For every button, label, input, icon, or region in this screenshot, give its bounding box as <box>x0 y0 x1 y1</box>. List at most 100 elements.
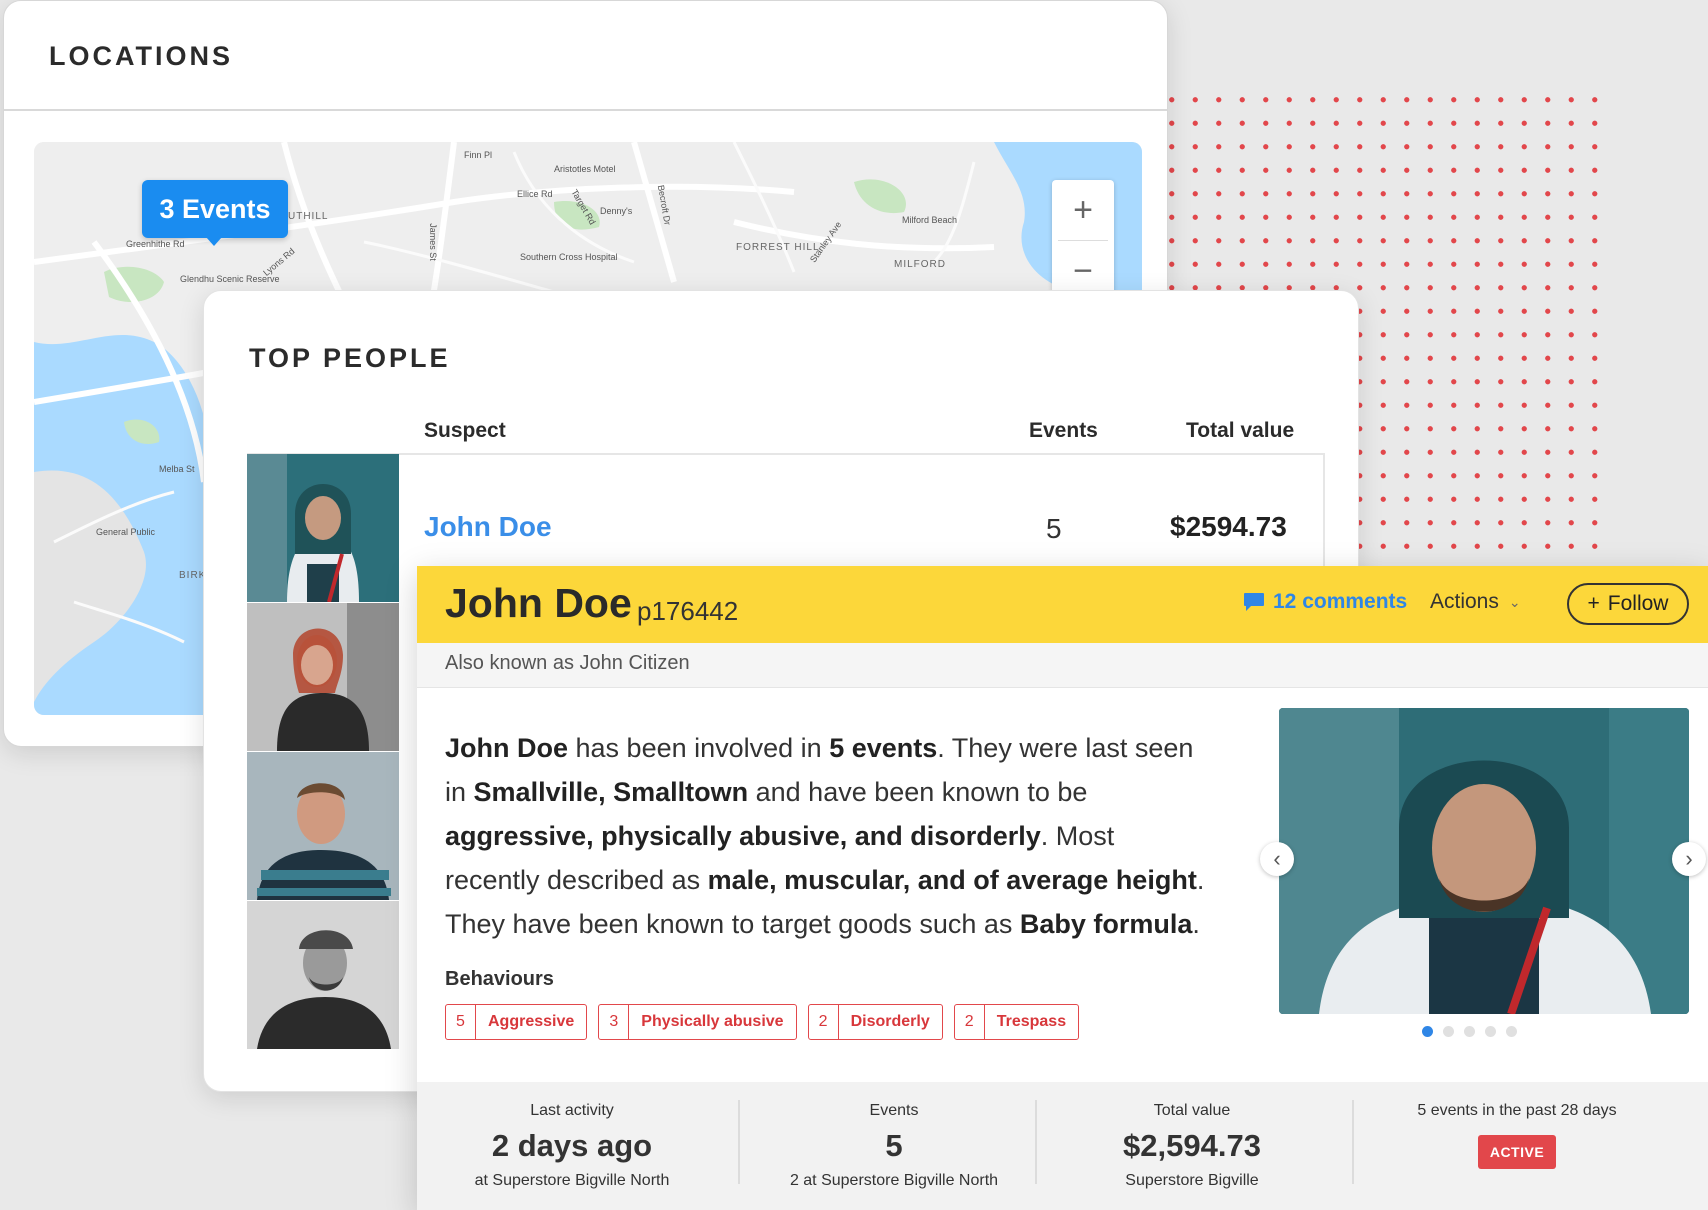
plus-icon: + <box>1587 592 1600 615</box>
suspect-event-count: 5 <box>1046 513 1062 544</box>
follow-button[interactable]: + Follow <box>1567 583 1689 625</box>
column-header-events[interactable]: Events <box>1029 419 1098 443</box>
map-label: Southern Cross Hospital <box>520 252 618 262</box>
profile-name: John Doe <box>445 580 632 626</box>
divider <box>738 1100 740 1184</box>
summary-place: Smallville, Smalltown <box>473 777 749 807</box>
comments-link[interactable]: 12 comments <box>1243 590 1407 614</box>
stat-label: 5 events in the past 28 days <box>1417 1102 1617 1119</box>
alias-bar: Also known as John Citizen <box>417 643 1708 688</box>
chevron-left-icon: ‹ <box>1273 846 1281 871</box>
behaviour-label: Aggressive <box>488 1013 575 1030</box>
alias-text: Also known as John Citizen <box>445 652 690 674</box>
stat-recent-activity: 5 events in the past 28 days ACTIVE <box>1367 1082 1667 1210</box>
suspect-photo-column <box>247 454 399 1050</box>
map-label: Denny's <box>600 206 633 216</box>
summary-text: . <box>1192 909 1200 939</box>
summary-text: has been involved in <box>568 733 830 763</box>
comment-icon <box>1243 592 1265 612</box>
top-people-title: TOP PEOPLE <box>249 343 451 373</box>
carousel-pagination <box>1422 1026 1517 1037</box>
behaviour-count: 3 <box>599 1005 630 1039</box>
chevron-right-icon: › <box>1685 846 1693 871</box>
behaviour-count: 5 <box>446 1005 476 1039</box>
behaviour-tag-physically-abusive[interactable]: 3 Physically abusive <box>598 1004 797 1040</box>
stat-label: Last activity <box>530 1102 614 1119</box>
profile-header: John Doe p176442 12 comments Actions ⌄ +… <box>417 566 1708 643</box>
carousel-prev-button[interactable]: ‹ <box>1260 842 1294 876</box>
map-label: General Public <box>96 527 156 537</box>
carousel-dot[interactable] <box>1485 1026 1496 1037</box>
suspect-photo[interactable] <box>247 901 399 1049</box>
behaviour-tag-trespass[interactable]: 2 Trespass <box>953 1004 1080 1040</box>
suspect-photo[interactable] <box>247 603 399 751</box>
summary-traits: aggressive, physically abusive, and diso… <box>445 821 1041 851</box>
profile-id: p176442 <box>637 596 739 626</box>
events-map-pin[interactable]: 3 Events <box>142 180 288 246</box>
stat-label: Events <box>869 1102 919 1119</box>
behaviour-label: Trespass <box>996 1013 1067 1030</box>
map-label: Milford Beach <box>902 215 958 225</box>
map-label: Greenhithe Rd <box>126 239 185 249</box>
behaviour-count: 2 <box>955 1005 985 1039</box>
summary-goods: Baby formula <box>1019 909 1193 939</box>
dashboard-stage: LOCATIONS Finn Pl Aristotles Motel Ellic… <box>0 0 1708 1210</box>
carousel-dot[interactable] <box>1443 1026 1454 1037</box>
suspect-stats-bar: Last activity 2 days ago at Superstore B… <box>417 1082 1708 1210</box>
divider <box>1352 1100 1354 1184</box>
summary-description: male, muscular, and of average height <box>707 865 1197 895</box>
column-header-total-value[interactable]: Total value <box>1186 419 1294 443</box>
map-label: Aristotles Motel <box>554 164 616 174</box>
behaviour-label: Physically abusive <box>641 1013 784 1030</box>
behaviour-label: Disorderly <box>850 1013 930 1030</box>
stat-last-activity: Last activity 2 days ago at Superstore B… <box>437 1082 707 1210</box>
column-header-suspect[interactable]: Suspect <box>424 419 506 443</box>
comments-label: 12 comments <box>1273 590 1408 613</box>
stat-label: Total value <box>1153 1102 1231 1119</box>
follow-label: Follow <box>1607 592 1669 615</box>
map-label: Ellice Rd <box>517 189 553 199</box>
suspect-summary: John Doe has been involved in 5 events. … <box>445 726 1205 946</box>
map-label: James St <box>427 223 438 261</box>
carousel-next-button[interactable]: › <box>1672 842 1706 876</box>
divider <box>4 109 1167 111</box>
behaviour-tag-disorderly[interactable]: 2 Disorderly <box>807 1004 943 1040</box>
summary-events: 5 events <box>829 733 938 763</box>
suspect-photo[interactable] <box>247 454 399 602</box>
suspect-photo[interactable] <box>247 752 399 900</box>
status-badge: ACTIVE <box>1477 1135 1557 1169</box>
divider <box>1035 1100 1037 1184</box>
map-zoom-control: + − <box>1052 180 1114 302</box>
stat-sub: at Superstore Bigville North <box>474 1172 670 1189</box>
map-label: MILFORD <box>894 259 946 270</box>
actions-label: Actions <box>1430 590 1499 613</box>
map-label: Finn Pl <box>464 150 493 160</box>
stat-events: Events 5 2 at Superstore Bigville North <box>749 1082 1039 1210</box>
map-label: Melba St <box>159 464 195 474</box>
stat-value: 2 days ago <box>491 1128 653 1163</box>
behaviours-title: Behaviours <box>445 968 554 990</box>
suspect-profile-card: John Doe p176442 12 comments Actions ⌄ +… <box>417 566 1708 1210</box>
behaviour-count: 2 <box>809 1005 839 1039</box>
map-label: FORREST HILL <box>736 242 820 253</box>
stat-sub: Superstore Bigville <box>1125 1172 1259 1189</box>
stat-value: $2,594.73 <box>1123 1128 1261 1163</box>
suspect-name-link[interactable]: John Doe <box>424 511 552 543</box>
zoom-in-button[interactable]: + <box>1052 180 1114 240</box>
carousel-dot[interactable] <box>1506 1026 1517 1037</box>
stat-sub: 2 at Superstore Bigville North <box>789 1172 999 1189</box>
carousel-dot[interactable] <box>1464 1026 1475 1037</box>
stat-value: 5 <box>885 1128 903 1163</box>
summary-name: John Doe <box>445 733 569 763</box>
chevron-down-icon: ⌄ <box>1508 593 1521 610</box>
map-label: UTHILL <box>288 211 329 222</box>
summary-text: and have been known to be <box>748 777 1088 807</box>
locations-title: LOCATIONS <box>49 41 233 71</box>
stat-total-value: Total value $2,594.73 Superstore Bigvill… <box>1047 1082 1337 1210</box>
carousel-dot[interactable] <box>1422 1026 1433 1037</box>
suspect-total-value: $2594.73 <box>1170 511 1287 542</box>
suspect-photo-carousel[interactable] <box>1279 708 1689 1014</box>
behaviour-tags: 5 Aggressive 3 Physically abusive 2 Diso… <box>445 1004 1080 1040</box>
behaviour-tag-aggressive[interactable]: 5 Aggressive <box>445 1004 588 1040</box>
actions-dropdown[interactable]: Actions ⌄ <box>1430 590 1521 614</box>
